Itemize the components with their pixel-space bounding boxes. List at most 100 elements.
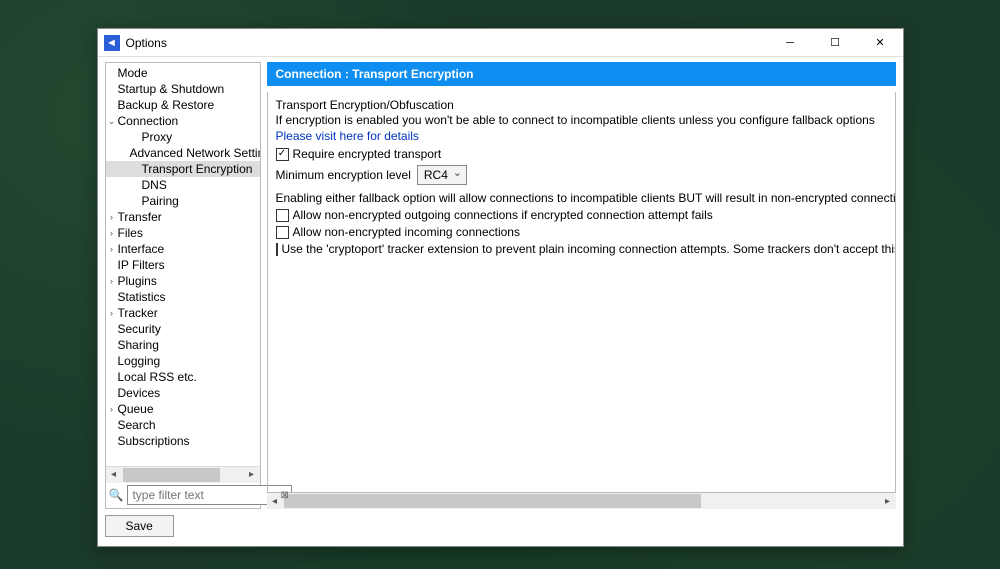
tree-item-label: Security — [118, 322, 161, 336]
require-encrypted-row[interactable]: Require encrypted transport — [276, 147, 887, 161]
tree-item-label: DNS — [142, 178, 167, 192]
allow-incoming-checkbox[interactable] — [276, 226, 289, 239]
maximize-button[interactable]: ☐ — [813, 29, 858, 57]
window-title: Options — [126, 36, 167, 50]
min-level-dropdown[interactable]: RC4 — [417, 165, 467, 185]
tree-item-statistics[interactable]: Statistics — [106, 289, 260, 305]
tree-item-files[interactable]: ›Files — [106, 225, 260, 241]
content-pane: Transport Encryption/Obfuscation If encr… — [268, 92, 895, 492]
filter-row: 🔍 ⊠ — [106, 482, 260, 508]
min-level-row: Minimum encryption level RC4 — [276, 165, 887, 185]
require-encrypted-label: Require encrypted transport — [293, 147, 442, 161]
save-button[interactable]: Save — [105, 515, 174, 537]
tree-item-label: Backup & Restore — [118, 98, 215, 112]
allow-outgoing-checkbox[interactable] — [276, 209, 289, 222]
tree-item-sharing[interactable]: Sharing — [106, 337, 260, 353]
minimize-button[interactable]: ─ — [768, 29, 813, 57]
tree-item-ip-filters[interactable]: IP Filters — [106, 257, 260, 273]
cryptoport-checkbox[interactable] — [276, 243, 278, 256]
expander-icon[interactable]: ⌄ — [106, 116, 118, 127]
min-level-label: Minimum encryption level — [276, 168, 411, 182]
titlebar: ◄ Options ─ ☐ ✕ — [98, 29, 903, 57]
sidebar: Mode Startup & Shutdown Backup & Restore⌄C… — [105, 62, 261, 509]
scroll-track[interactable] — [122, 467, 244, 483]
tree-item-label: Tracker — [118, 306, 158, 320]
content-scroll-thumb[interactable] — [284, 494, 702, 508]
options-window: ◄ Options ─ ☐ ✕ Mode Startup & Shutdown Ba… — [97, 28, 904, 547]
tree-item-backup-restore[interactable]: Backup & Restore — [106, 97, 260, 113]
min-level-value: RC4 — [424, 168, 448, 182]
tree-item-label: IP Filters — [118, 258, 165, 272]
tree-item-logging[interactable]: Logging — [106, 353, 260, 369]
tree-item-search[interactable]: Search — [106, 417, 260, 433]
expander-icon[interactable]: › — [106, 244, 118, 254]
tree-item-startup-shutdown[interactable]: Startup & Shutdown — [106, 81, 260, 97]
tree-item-proxy[interactable]: Proxy — [106, 129, 260, 145]
main-area: ModeStartup & ShutdownBackup & Restore⌄C… — [105, 62, 896, 509]
app-icon: ◄ — [104, 35, 120, 51]
bottom-bar: Save — [105, 509, 896, 541]
clear-filter-icon[interactable]: ⊠ — [280, 490, 288, 501]
tree-item-queue[interactable]: ›Queue — [106, 401, 260, 417]
tree-item-label: Proxy — [142, 130, 173, 144]
tree-item-label: Statistics — [118, 290, 166, 304]
expander-icon[interactable]: › — [106, 308, 118, 318]
info-text: If encryption is enabled you won't be ab… — [276, 113, 887, 127]
tree-item-transfer[interactable]: ›Transfer — [106, 209, 260, 225]
tree-item-pairing[interactable]: Pairing — [106, 193, 260, 209]
expander-icon[interactable]: › — [106, 404, 118, 414]
require-encrypted-checkbox[interactable] — [276, 148, 289, 161]
options-tree[interactable]: Mode Startup & Shutdown Backup & Restore⌄C… — [106, 63, 260, 466]
tree-item-dns[interactable]: DNS — [106, 177, 260, 193]
tree-item-plugins[interactable]: ›Plugins — [106, 273, 260, 289]
cryptoport-label: Use the 'cryptoport' tracker extension t… — [282, 242, 895, 256]
tree-item-connection[interactable]: ⌄Connection — [106, 113, 260, 129]
expander-icon[interactable]: › — [106, 228, 118, 238]
tree-item-tracker[interactable]: ›Tracker — [106, 305, 260, 321]
expander-icon[interactable]: › — [106, 212, 118, 222]
window-controls: ─ ☐ ✕ — [768, 29, 903, 57]
content-area: Connection : Transport Encryption Transp… — [267, 62, 896, 509]
tree-item-label: Mode — [118, 66, 148, 80]
details-link[interactable]: Please visit here for details — [276, 129, 419, 143]
cryptoport-row[interactable]: Use the 'cryptoport' tracker extension t… — [276, 242, 887, 256]
sidebar-hscroll[interactable]: ◂ ▸ — [106, 466, 260, 482]
tree-item-advanced-network-settin[interactable]: Advanced Network Settin — [106, 145, 260, 161]
section-title: Transport Encryption/Obfuscation — [276, 98, 887, 112]
tree-item-label: Plugins — [118, 274, 157, 288]
allow-outgoing-label: Allow non-encrypted outgoing connections… — [293, 208, 713, 222]
content-header: Connection : Transport Encryption — [267, 62, 896, 86]
tree-item-label: Transport Encryption — [142, 162, 253, 176]
scroll-thumb[interactable] — [123, 468, 221, 482]
expander-icon[interactable]: › — [106, 276, 118, 286]
tree-item-label: Interface — [118, 242, 165, 256]
tree-item-mode[interactable]: Mode — [106, 65, 260, 81]
tree-item-label: Advanced Network Settin — [130, 146, 260, 160]
tree-item-label: Transfer — [118, 210, 162, 224]
scroll-left-icon[interactable]: ◂ — [106, 467, 122, 483]
content-scroll-right-icon[interactable]: ▸ — [880, 493, 896, 509]
close-button[interactable]: ✕ — [858, 29, 903, 57]
tree-item-security[interactable]: Security — [106, 321, 260, 337]
tree-item-label: Subscriptions — [118, 434, 190, 448]
content-scroll-track[interactable] — [283, 493, 880, 509]
tree-item-label: Queue — [118, 402, 154, 416]
tree-item-subscriptions[interactable]: Subscriptions — [106, 433, 260, 449]
content-scroll-wrap: Transport Encryption/Obfuscation If encr… — [267, 92, 896, 493]
content-hscroll[interactable]: ◂ ▸ — [267, 493, 896, 509]
scroll-right-icon[interactable]: ▸ — [244, 467, 260, 483]
allow-outgoing-row[interactable]: Allow non-encrypted outgoing connections… — [276, 208, 887, 222]
allow-incoming-row[interactable]: Allow non-encrypted incoming connections — [276, 225, 887, 239]
tree-item-label: Files — [118, 226, 143, 240]
tree-item-label: Logging — [118, 354, 161, 368]
tree-item-label: Startup & Shutdown — [118, 82, 225, 96]
tree-item-label: Sharing — [118, 338, 159, 352]
tree-item-interface[interactable]: ›Interface — [106, 241, 260, 257]
allow-incoming-label: Allow non-encrypted incoming connections — [293, 225, 520, 239]
tree-item-devices[interactable]: Devices — [106, 385, 260, 401]
tree-item-label: Connection — [118, 114, 179, 128]
search-icon: 🔍 — [109, 488, 124, 502]
tree-item-transport-encryption[interactable]: Transport Encryption — [106, 161, 260, 177]
tree-item-label: Pairing — [142, 194, 179, 208]
tree-item-local-rss-etc-[interactable]: Local RSS etc. — [106, 369, 260, 385]
